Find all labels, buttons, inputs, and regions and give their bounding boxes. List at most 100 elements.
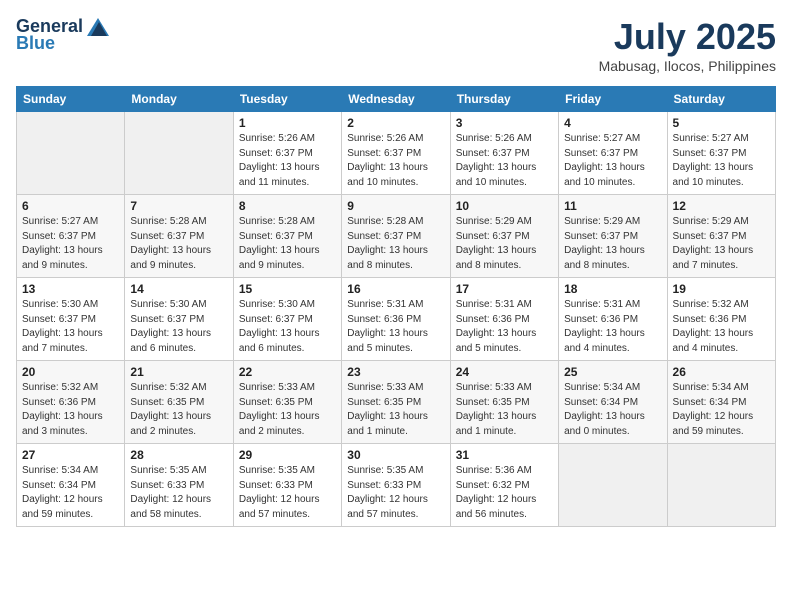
day-info: Sunrise: 5:35 AM Sunset: 6:33 PM Dayligh… <box>130 464 227 522</box>
day-number: 12 <box>673 199 770 213</box>
calendar-cell <box>125 112 233 195</box>
calendar-cell: 10 Sunrise: 5:29 AM Sunset: 6:37 PM Dayli… <box>450 195 558 278</box>
week-row-2: 6Sunrise: 5:27 AM Sunset: 6:37 PM Daylig… <box>17 195 776 278</box>
day-info: Sunrise: 5:35 AM Sunset: 6:33 PM Dayligh… <box>347 464 444 522</box>
day-info: Sunrise: 5:27 AM Sunset: 6:37 PM Dayligh… <box>564 132 661 190</box>
day-number: 25 <box>564 365 661 379</box>
day-number: 16 <box>347 282 444 296</box>
calendar-cell: 7 Sunrise: 5:28 AM Sunset: 6:37 PM Daylig… <box>125 195 233 278</box>
day-info: Sunrise: 5:31 AM Sunset: 6:36 PM Dayligh… <box>347 298 444 356</box>
calendar-cell: 25 Sunrise: 5:34 AM Sunset: 6:34 PM Dayli… <box>559 361 667 444</box>
day-number: 28 <box>130 448 227 462</box>
day-number: 17 <box>456 282 553 296</box>
calendar-cell: 20 Sunrise: 5:32 AM Sunset: 6:36 PM Dayli… <box>17 361 125 444</box>
logo: General Blue <box>16 16 109 54</box>
day-number: 29 <box>239 448 336 462</box>
day-info: Sunrise: 5:28 AM Sunset: 6:37 PM Dayligh… <box>239 215 336 273</box>
calendar-cell: 23Sunrise: 5:33 AM Sunset: 6:35 PM Dayli… <box>342 361 450 444</box>
calendar-cell: 9 Sunrise: 5:28 AM Sunset: 6:37 PM Daylig… <box>342 195 450 278</box>
day-info: Sunrise: 5:34 AM Sunset: 6:34 PM Dayligh… <box>22 464 119 522</box>
day-number: 15 <box>239 282 336 296</box>
calendar-cell <box>667 444 775 527</box>
calendar-cell: 15 Sunrise: 5:30 AM Sunset: 6:37 PM Dayli… <box>233 278 341 361</box>
calendar-cell: 6Sunrise: 5:27 AM Sunset: 6:37 PM Daylig… <box>17 195 125 278</box>
week-row-5: 27 Sunrise: 5:34 AM Sunset: 6:34 PM Dayli… <box>17 444 776 527</box>
day-info: Sunrise: 5:32 AM Sunset: 6:35 PM Dayligh… <box>130 381 227 439</box>
day-number: 3 <box>456 116 553 130</box>
header-friday: Friday <box>559 87 667 112</box>
day-number: 7 <box>130 199 227 213</box>
day-number: 20 <box>22 365 119 379</box>
page-header: General Blue July 2025 Mabusag, Ilocos, … <box>16 16 776 74</box>
calendar-cell: 4 Sunrise: 5:27 AM Sunset: 6:37 PM Daylig… <box>559 112 667 195</box>
calendar-cell: 2 Sunrise: 5:26 AM Sunset: 6:37 PM Daylig… <box>342 112 450 195</box>
day-info: Sunrise: 5:27 AM Sunset: 6:37 PM Dayligh… <box>22 215 119 273</box>
day-number: 27 <box>22 448 119 462</box>
day-number: 24 <box>456 365 553 379</box>
calendar-cell: 1 Sunrise: 5:26 AM Sunset: 6:37 PM Daylig… <box>233 112 341 195</box>
calendar-cell: 30 Sunrise: 5:35 AM Sunset: 6:33 PM Dayli… <box>342 444 450 527</box>
calendar-cell: 3 Sunrise: 5:26 AM Sunset: 6:37 PM Daylig… <box>450 112 558 195</box>
day-info: Sunrise: 5:28 AM Sunset: 6:37 PM Dayligh… <box>347 215 444 273</box>
day-info: Sunrise: 5:29 AM Sunset: 6:37 PM Dayligh… <box>564 215 661 273</box>
day-info: Sunrise: 5:33 AM Sunset: 6:35 PM Dayligh… <box>347 381 444 439</box>
day-number: 8 <box>239 199 336 213</box>
day-number: 11 <box>564 199 661 213</box>
header-thursday: Thursday <box>450 87 558 112</box>
day-info: Sunrise: 5:31 AM Sunset: 6:36 PM Dayligh… <box>456 298 553 356</box>
day-number: 21 <box>130 365 227 379</box>
day-number: 30 <box>347 448 444 462</box>
day-info: Sunrise: 5:30 AM Sunset: 6:37 PM Dayligh… <box>130 298 227 356</box>
header-sunday: Sunday <box>17 87 125 112</box>
calendar-cell: 31 Sunrise: 5:36 AM Sunset: 6:32 PM Dayli… <box>450 444 558 527</box>
day-number: 5 <box>673 116 770 130</box>
day-info: Sunrise: 5:30 AM Sunset: 6:37 PM Dayligh… <box>239 298 336 356</box>
calendar-cell: 28 Sunrise: 5:35 AM Sunset: 6:33 PM Dayli… <box>125 444 233 527</box>
day-info: Sunrise: 5:32 AM Sunset: 6:36 PM Dayligh… <box>22 381 119 439</box>
day-number: 31 <box>456 448 553 462</box>
calendar-cell: 11 Sunrise: 5:29 AM Sunset: 6:37 PM Dayli… <box>559 195 667 278</box>
calendar-cell: 21 Sunrise: 5:32 AM Sunset: 6:35 PM Dayli… <box>125 361 233 444</box>
calendar-cell: 16 Sunrise: 5:31 AM Sunset: 6:36 PM Dayli… <box>342 278 450 361</box>
day-info: Sunrise: 5:30 AM Sunset: 6:37 PM Dayligh… <box>22 298 119 356</box>
calendar-cell: 18 Sunrise: 5:31 AM Sunset: 6:36 PM Dayli… <box>559 278 667 361</box>
day-number: 13 <box>22 282 119 296</box>
calendar-header-row: SundayMondayTuesdayWednesdayThursdayFrid… <box>17 87 776 112</box>
title-month: July 2025 <box>599 16 776 58</box>
calendar-cell: 8 Sunrise: 5:28 AM Sunset: 6:37 PM Daylig… <box>233 195 341 278</box>
day-info: Sunrise: 5:36 AM Sunset: 6:32 PM Dayligh… <box>456 464 553 522</box>
day-number: 19 <box>673 282 770 296</box>
day-info: Sunrise: 5:32 AM Sunset: 6:36 PM Dayligh… <box>673 298 770 356</box>
day-info: Sunrise: 5:29 AM Sunset: 6:37 PM Dayligh… <box>456 215 553 273</box>
day-number: 22 <box>239 365 336 379</box>
day-number: 18 <box>564 282 661 296</box>
day-info: Sunrise: 5:34 AM Sunset: 6:34 PM Dayligh… <box>564 381 661 439</box>
day-info: Sunrise: 5:26 AM Sunset: 6:37 PM Dayligh… <box>456 132 553 190</box>
week-row-3: 13 Sunrise: 5:30 AM Sunset: 6:37 PM Dayli… <box>17 278 776 361</box>
day-info: Sunrise: 5:28 AM Sunset: 6:37 PM Dayligh… <box>130 215 227 273</box>
day-number: 9 <box>347 199 444 213</box>
title-block: July 2025 Mabusag, Ilocos, Philippines <box>599 16 776 74</box>
title-location: Mabusag, Ilocos, Philippines <box>599 58 776 74</box>
day-number: 4 <box>564 116 661 130</box>
header-monday: Monday <box>125 87 233 112</box>
day-info: Sunrise: 5:27 AM Sunset: 6:37 PM Dayligh… <box>673 132 770 190</box>
calendar-cell <box>559 444 667 527</box>
day-info: Sunrise: 5:26 AM Sunset: 6:37 PM Dayligh… <box>239 132 336 190</box>
calendar-cell <box>17 112 125 195</box>
day-info: Sunrise: 5:35 AM Sunset: 6:33 PM Dayligh… <box>239 464 336 522</box>
day-number: 14 <box>130 282 227 296</box>
day-number: 2 <box>347 116 444 130</box>
day-info: Sunrise: 5:29 AM Sunset: 6:37 PM Dayligh… <box>673 215 770 273</box>
day-number: 1 <box>239 116 336 130</box>
calendar-cell: 13 Sunrise: 5:30 AM Sunset: 6:37 PM Dayli… <box>17 278 125 361</box>
day-info: Sunrise: 5:26 AM Sunset: 6:37 PM Dayligh… <box>347 132 444 190</box>
calendar-cell: 14 Sunrise: 5:30 AM Sunset: 6:37 PM Dayli… <box>125 278 233 361</box>
day-number: 10 <box>456 199 553 213</box>
day-info: Sunrise: 5:33 AM Sunset: 6:35 PM Dayligh… <box>239 381 336 439</box>
calendar-cell: 29 Sunrise: 5:35 AM Sunset: 6:33 PM Dayli… <box>233 444 341 527</box>
day-info: Sunrise: 5:34 AM Sunset: 6:34 PM Dayligh… <box>673 381 770 439</box>
day-info: Sunrise: 5:31 AM Sunset: 6:36 PM Dayligh… <box>564 298 661 356</box>
calendar-cell: 27 Sunrise: 5:34 AM Sunset: 6:34 PM Dayli… <box>17 444 125 527</box>
calendar-cell: 19 Sunrise: 5:32 AM Sunset: 6:36 PM Dayli… <box>667 278 775 361</box>
